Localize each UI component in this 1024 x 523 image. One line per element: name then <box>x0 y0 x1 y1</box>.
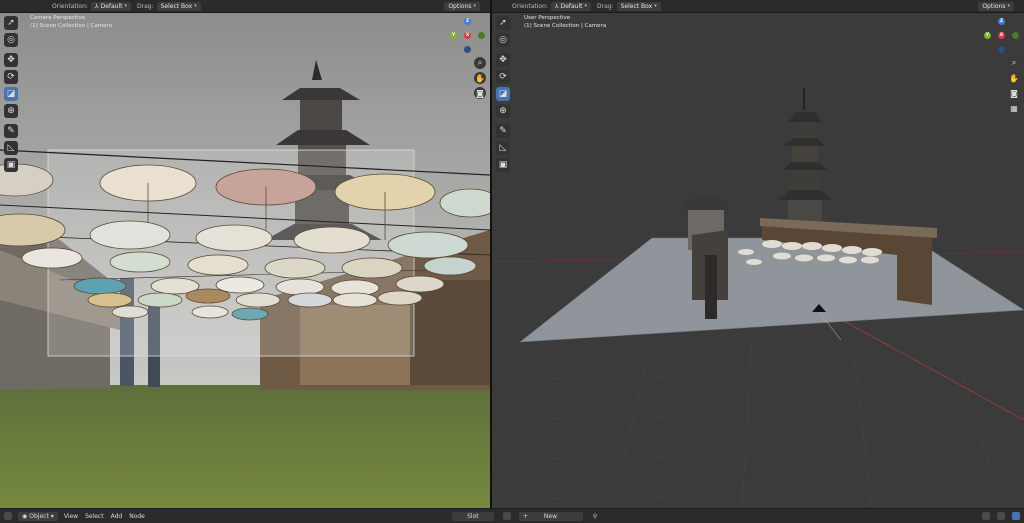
collection-text: (1) Scene Collection | Camera <box>30 22 113 29</box>
chevron-down-icon: ▾ <box>1007 2 1010 9</box>
zoom-icon[interactable]: ⌕ <box>1008 57 1020 69</box>
add-cube-tool-icon[interactable]: ▣ <box>4 158 18 172</box>
options-label: Options <box>448 2 472 10</box>
header-right-controls <box>979 512 1020 520</box>
scale-tool-icon[interactable]: ◪ <box>4 87 18 101</box>
drag-label: Drag: <box>597 2 614 10</box>
slot-dropdown[interactable]: Slot <box>451 511 494 521</box>
drag-value: Select Box <box>160 2 193 10</box>
orientation-value: Default <box>100 2 123 10</box>
gizmo-neg-z-axis[interactable] <box>998 46 1005 53</box>
menu-view[interactable]: View <box>64 513 78 520</box>
transform-tool-icon[interactable]: ⊕ <box>496 104 510 118</box>
cursor-tool-icon[interactable]: ◎ <box>4 33 18 47</box>
object-mode-icon: ◉ <box>22 512 28 520</box>
gizmo-neg-y-axis[interactable] <box>478 32 485 39</box>
node-editor-header: ◉ Object ▾ View Select Add Node Slot + N… <box>0 508 1024 523</box>
menu-select[interactable]: Select <box>85 513 104 520</box>
measure-tool-icon[interactable]: ◺ <box>496 141 510 155</box>
chevron-down-icon: ▾ <box>50 512 54 520</box>
gizmo-y-axis[interactable]: Y <box>984 32 991 39</box>
tool-shelf: ➚ ◎ ✥ ⟳ ◪ ⊕ ✎ ◺ ▣ <box>496 16 510 175</box>
snap-icon[interactable] <box>997 512 1005 520</box>
zoom-icon[interactable]: ⌕ <box>474 57 486 69</box>
pin-icon[interactable]: ⚲ <box>593 513 597 520</box>
editor-type-icon[interactable] <box>4 512 12 520</box>
orientation-dropdown[interactable]: ⅄ Default ▾ <box>550 1 592 11</box>
perspective-text: User Perspective <box>524 15 571 21</box>
camera-view-icon[interactable]: ◙ <box>1008 87 1020 99</box>
overlay-toggle-icon[interactable] <box>982 512 990 520</box>
camera-view-icon[interactable]: ◙ <box>474 87 486 99</box>
menu-node[interactable]: Node <box>129 513 145 520</box>
right-viewport[interactable]: Orientation: ⅄ Default ▾ Drag: Select Bo… <box>492 0 1024 508</box>
gizmo-y-axis[interactable]: Y <box>450 32 457 39</box>
pan-hand-icon[interactable]: ✋ <box>474 72 486 84</box>
chevron-down-icon: ▾ <box>473 2 476 9</box>
gizmo-z-axis[interactable]: Z <box>998 18 1005 25</box>
gizmo-neg-z-axis[interactable] <box>464 46 471 53</box>
navigation-gizmo[interactable]: Z Y X <box>448 16 488 56</box>
gizmo-neg-y-axis[interactable] <box>1012 32 1019 39</box>
collection-text: (1) Scene Collection | Camera <box>524 22 607 29</box>
camera-scene-render <box>0 12 490 508</box>
add-cube-tool-icon[interactable]: ▣ <box>496 158 510 172</box>
viewport-info-overlay: Camera Perspective (1) Scene Collection … <box>30 15 112 30</box>
orientation-icon: ⅄ <box>94 2 99 10</box>
annotate-tool-icon[interactable]: ✎ <box>496 124 510 138</box>
left-viewport-header: Orientation: ⅄ Default ▾ Drag: Select Bo… <box>0 0 490 13</box>
measure-tool-icon[interactable]: ◺ <box>4 141 18 155</box>
mode-dropdown[interactable]: ◉ Object ▾ <box>18 511 58 521</box>
new-material-button[interactable]: + New <box>518 511 583 521</box>
chevron-down-icon: ▾ <box>124 2 128 9</box>
slot-label: Slot <box>467 512 479 520</box>
chevron-down-icon: ▾ <box>654 2 657 9</box>
navigation-gizmo[interactable]: Z Y X <box>982 16 1022 56</box>
move-tool-icon[interactable]: ✥ <box>496 53 510 67</box>
select-box-tool-icon[interactable]: ➚ <box>4 16 18 30</box>
chevron-down-icon: ▾ <box>194 2 197 9</box>
chevron-down-icon: ▾ <box>584 2 588 9</box>
drag-dropdown[interactable]: Select Box ▾ <box>156 1 201 11</box>
orientation-label: Orientation: <box>512 2 548 10</box>
move-tool-icon[interactable]: ✥ <box>4 53 18 67</box>
backdrop-icon[interactable] <box>1012 512 1020 520</box>
rotate-tool-icon[interactable]: ⟳ <box>4 70 18 84</box>
cursor-tool-icon[interactable]: ◎ <box>496 33 510 47</box>
perspective-text: Camera Perspective <box>30 15 86 21</box>
tool-shelf: ➚ ◎ ✥ ⟳ ◪ ⊕ ✎ ◺ ▣ <box>4 16 18 175</box>
orientation-icon: ⅄ <box>554 2 559 10</box>
mode-label: Object <box>29 512 49 520</box>
select-box-tool-icon[interactable]: ➚ <box>496 16 510 30</box>
pan-hand-icon[interactable]: ✋ <box>1008 72 1020 84</box>
options-dropdown[interactable]: Options ▾ <box>978 1 1014 11</box>
grid-view-icon[interactable]: ▦ <box>1008 102 1020 114</box>
options-label: Options <box>982 2 1006 10</box>
new-label: New <box>543 512 557 520</box>
options-dropdown[interactable]: Options ▾ <box>444 1 480 11</box>
scale-tool-icon[interactable]: ◪ <box>496 87 510 101</box>
gizmo-x-axis[interactable]: X <box>998 32 1005 39</box>
transform-tool-icon[interactable]: ⊕ <box>4 104 18 118</box>
gizmo-z-axis[interactable]: Z <box>464 18 471 25</box>
right-viewport-header: Orientation: ⅄ Default ▾ Drag: Select Bo… <box>492 0 1024 13</box>
menu-add[interactable]: Add <box>111 513 123 520</box>
drag-value: Select Box <box>620 2 653 10</box>
orientation-value: Default <box>560 2 583 10</box>
gizmo-x-axis[interactable]: X <box>464 32 471 39</box>
drag-dropdown[interactable]: Select Box ▾ <box>616 1 661 11</box>
orientation-dropdown[interactable]: ⅄ Default ▾ <box>90 1 132 11</box>
user-perspective-scene <box>492 0 1024 508</box>
left-viewport[interactable]: Orientation: ⅄ Default ▾ Drag: Select Bo… <box>0 0 490 508</box>
plus-icon: + <box>522 512 528 520</box>
viewport-info-overlay: User Perspective (1) Scene Collection | … <box>524 15 606 30</box>
orientation-label: Orientation: <box>52 2 88 10</box>
annotate-tool-icon[interactable]: ✎ <box>4 124 18 138</box>
drag-label: Drag: <box>137 2 154 10</box>
material-icon[interactable] <box>502 512 511 520</box>
rotate-tool-icon[interactable]: ⟳ <box>496 70 510 84</box>
